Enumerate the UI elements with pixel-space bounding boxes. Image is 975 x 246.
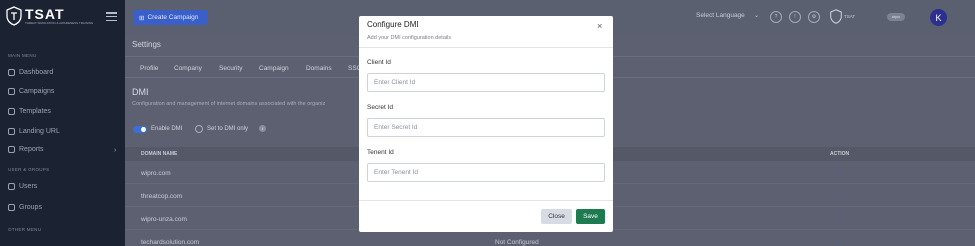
settings-icon[interactable]: ⚙	[808, 11, 820, 23]
kebab-menu-icon[interactable]: ⋮	[833, 236, 842, 246]
table-row: techardsolution.com Not Configured ⋮	[125, 231, 975, 246]
sidebar-item-label: Groups	[19, 204, 42, 211]
chevron-right-icon[interactable]: ›	[114, 147, 116, 154]
shield-logo-icon	[6, 6, 22, 26]
partner-logo: wipro	[887, 13, 905, 21]
domain-cell: threatcop.com	[141, 193, 183, 200]
modal-subtitle: Add your DMI configuration details	[367, 35, 452, 41]
domain-cell: wipro-unza.com	[141, 216, 187, 223]
users-icon	[8, 183, 15, 190]
sidebar-item-reports[interactable]: Reports	[8, 146, 44, 153]
sidebar-item-label: Users	[19, 183, 38, 190]
sidebar-item-label: Templates	[19, 108, 51, 115]
create-campaign-label: Create Campaign	[147, 14, 199, 21]
save-button[interactable]: Save	[576, 209, 605, 224]
hamburger-menu-icon[interactable]	[106, 12, 117, 21]
tab-domains[interactable]: Domains	[306, 65, 332, 72]
tab-profile[interactable]: Profile	[140, 65, 158, 72]
globe-icon	[8, 128, 15, 135]
enable-dmi-toggle[interactable]	[133, 126, 147, 133]
tenent-id-label: Tenent Id	[367, 149, 394, 156]
brand-small-text: TSAT	[844, 14, 856, 19]
sidebar-item-label: Landing URL	[19, 128, 60, 135]
column-domain-name: DOMAIN NAME	[141, 151, 178, 157]
report-icon	[8, 146, 15, 153]
dmi-only-label: Set to DMI only	[207, 126, 249, 132]
sidebar-item-label: Reports	[19, 146, 44, 153]
help-icon[interactable]: ?	[770, 11, 782, 23]
menu-section-users: USER & GROUPS	[8, 167, 50, 172]
create-campaign-button[interactable]: ⊞ Create Campaign	[133, 10, 207, 25]
template-icon	[8, 108, 15, 115]
sidebar-item-landing-url[interactable]: Landing URL	[8, 128, 60, 135]
sidebar-item-users[interactable]: Users	[8, 183, 37, 190]
page-title: Settings	[132, 40, 161, 49]
modal-title: Configure DMI	[367, 20, 419, 29]
divider	[359, 200, 613, 201]
tab-campaign[interactable]: Campaign	[259, 65, 289, 72]
domain-cell: techardsolution.com	[141, 239, 200, 246]
divider	[359, 47, 613, 48]
sidebar-item-label: Dashboard	[19, 69, 54, 76]
close-icon[interactable]: ×	[597, 21, 602, 31]
client-id-input[interactable]	[367, 73, 605, 92]
language-select[interactable]: Select Language	[696, 12, 745, 19]
column-action: ACTION	[830, 151, 850, 157]
secret-id-label: Secret Id	[367, 104, 394, 111]
sidebar-item-campaigns[interactable]: Campaigns	[8, 88, 54, 95]
sidebar: TSAT THREAT SIMULATION & AWARENESS TRAIN…	[0, 0, 125, 246]
section-description: Configuration and management of internet…	[132, 101, 326, 107]
info-icon[interactable]: !	[789, 11, 801, 23]
domain-cell: wipro.com	[141, 170, 171, 177]
kebab-menu-icon[interactable]: ⋮	[833, 213, 842, 224]
enable-dmi-label: Enable DMI	[151, 126, 183, 132]
avatar[interactable]: K	[930, 9, 947, 26]
configure-dmi-modal: Configure DMI Add your DMI configuration…	[359, 16, 613, 232]
campaign-icon	[8, 88, 15, 95]
section-title: DMI	[132, 87, 149, 97]
sidebar-item-templates[interactable]: Templates	[8, 108, 51, 115]
brand-name: TSAT	[25, 6, 65, 22]
home-icon	[8, 69, 15, 76]
brand-logo[interactable]: TSAT THREAT SIMULATION & AWARENESS TRAIN…	[6, 6, 93, 26]
client-id-label: Client Id	[367, 59, 391, 66]
kebab-menu-icon[interactable]: ⋮	[833, 190, 842, 201]
chevron-down-icon[interactable]: ⌄	[754, 12, 759, 19]
brand-tagline: THREAT SIMULATION & AWARENESS TRAINING	[25, 21, 94, 25]
dmi-only-checkbox[interactable]	[195, 125, 203, 133]
sidebar-item-groups[interactable]: Groups	[8, 204, 42, 211]
tenent-id-input[interactable]	[367, 163, 605, 182]
shield-logo-icon	[830, 9, 842, 24]
brand-small-logo: TSAT	[830, 9, 855, 24]
secret-id-input[interactable]	[367, 118, 605, 137]
menu-section-other: OTHER MENU	[8, 227, 42, 232]
menu-section-main: MAIN MENU	[8, 53, 37, 58]
close-button[interactable]: Close	[541, 209, 572, 224]
sidebar-item-label: Campaigns	[19, 88, 55, 95]
info-icon[interactable]: i	[259, 125, 266, 132]
plus-icon: ⊞	[139, 14, 145, 22]
kebab-menu-icon[interactable]: ⋮	[833, 167, 842, 178]
tab-company[interactable]: Company	[174, 65, 202, 72]
sidebar-item-dashboard[interactable]: Dashboard	[8, 69, 53, 76]
status-cell: Not Configured	[495, 239, 539, 246]
groups-icon	[8, 204, 15, 211]
tab-security[interactable]: Security	[219, 65, 242, 72]
